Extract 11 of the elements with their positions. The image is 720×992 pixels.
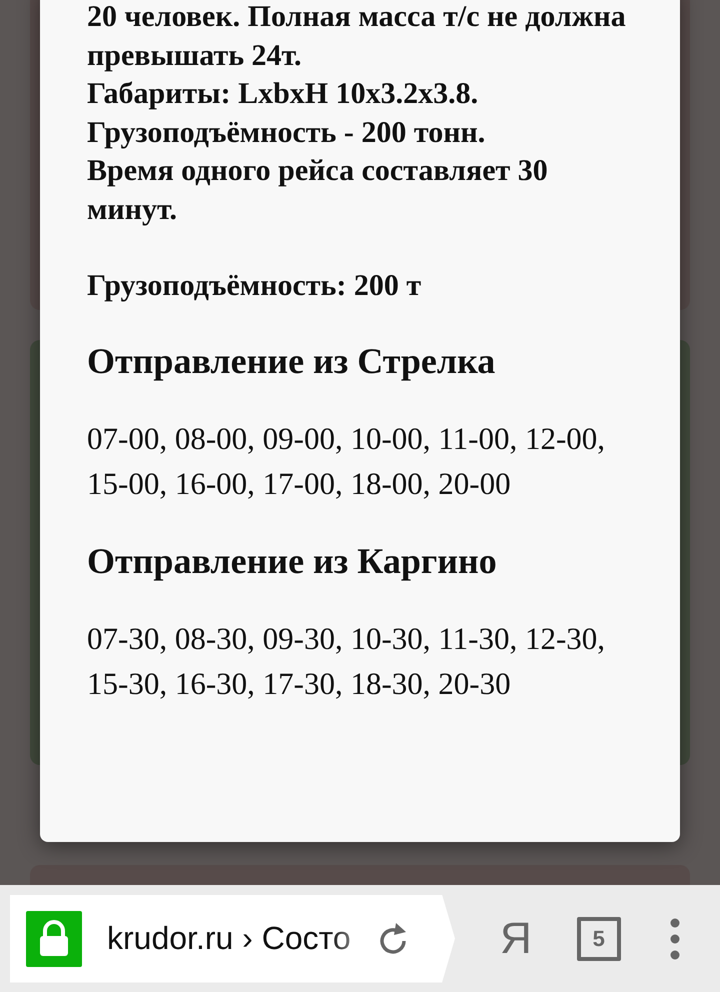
schedule-heading: Отправление из Каргино [87, 540, 498, 583]
schedule-heading: Отправление из Стрелка [87, 340, 496, 383]
capacity-text: Грузоподъёмность: 200 т [87, 268, 422, 304]
menu-icon[interactable] [668, 918, 681, 960]
url-text[interactable]: krudor.ru › Состо [107, 920, 369, 957]
search-logo[interactable]: Я [500, 914, 532, 964]
address-bar[interactable]: krudor.ru › Состо [10, 894, 455, 982]
departure-times: 07-30, 08-30, 09-30, 10-30, 11-30, 12-30, 15-30, 16-30, 17-30, 18-30, 20-30 [87, 620, 606, 702]
departure-times: 07-00, 08-00, 09-00, 10-00, 11-00, 12-00, 15-00, 16-00, 17-00, 18-00, 20-00 [87, 420, 606, 502]
tab-counter[interactable]: 5 [576, 916, 621, 960]
description-text: 20 человек. Полная масса т/с не должна превышать 24т. Габариты: LxbxH 10x3.2x3.8. Грузоподъёмность - 200 тонн. Время одного рейса составляет 30 минут. [87, 0, 627, 228]
